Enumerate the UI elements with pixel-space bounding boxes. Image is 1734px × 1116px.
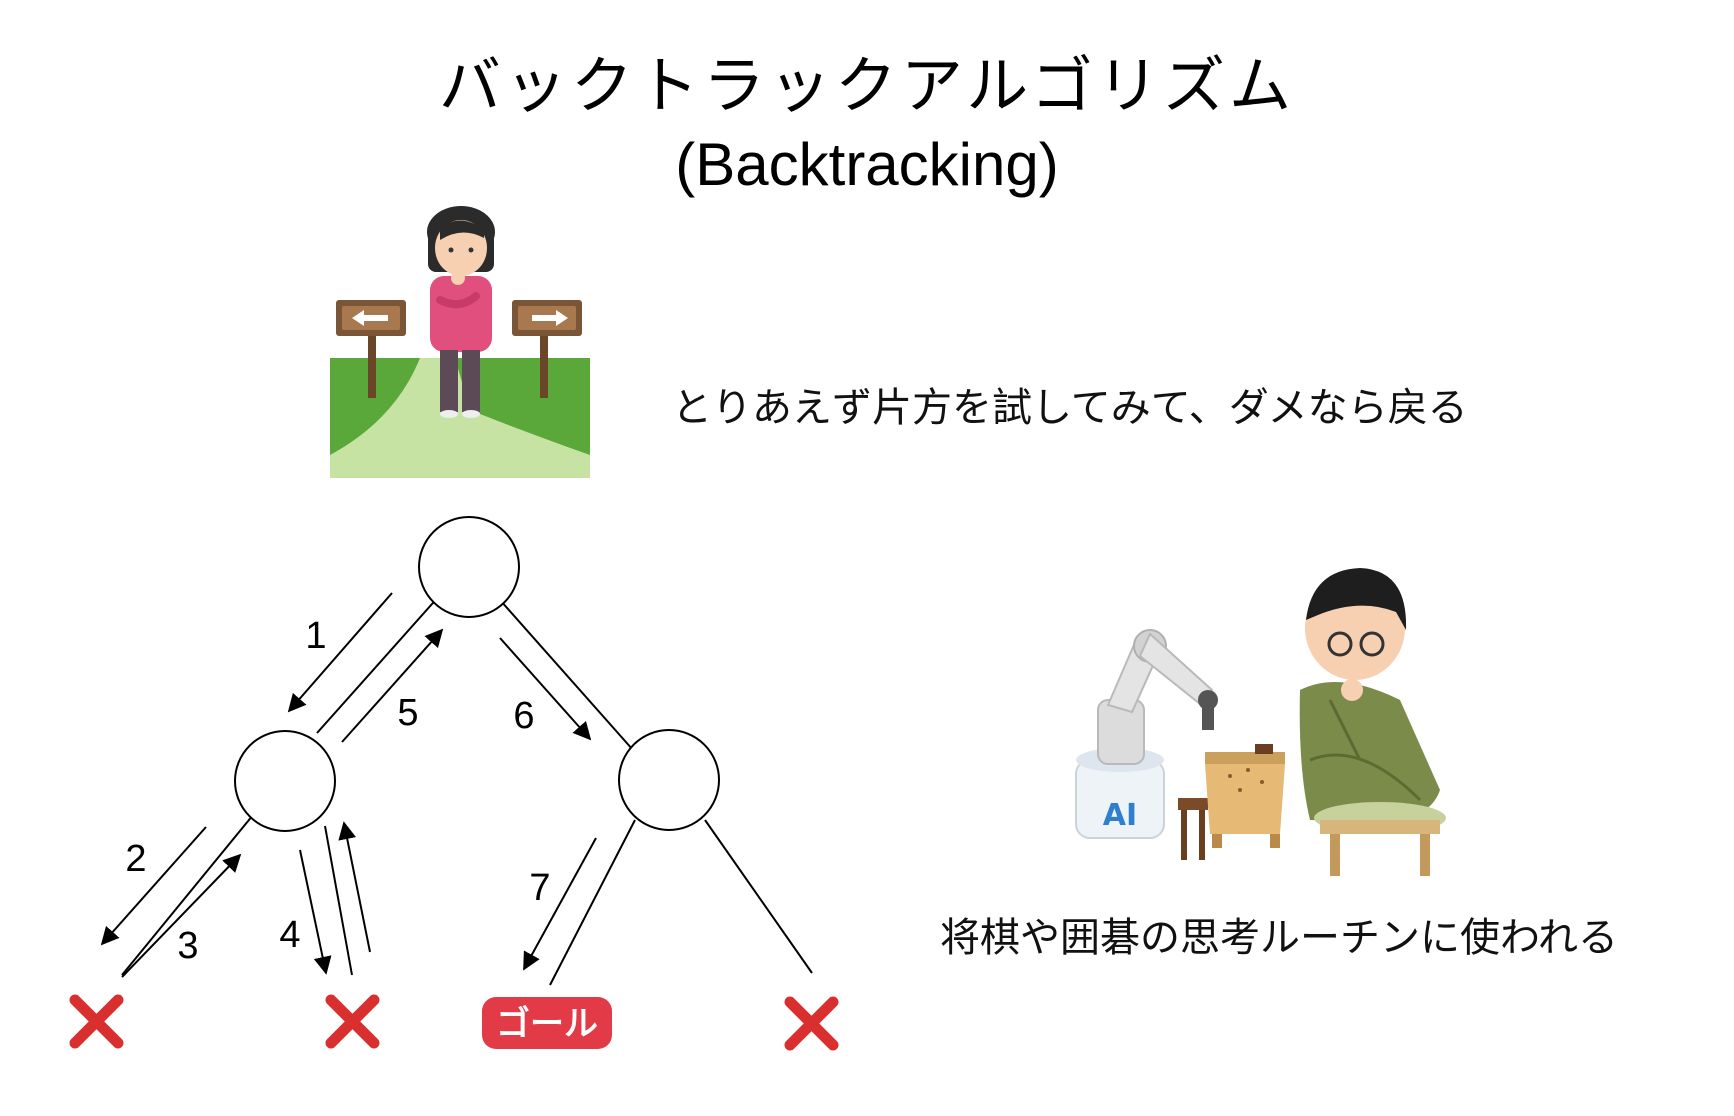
search-tree: 1 2 3 4 5 6 7 ゴール bbox=[69, 516, 839, 1051]
step-label-4: 4 bbox=[279, 914, 300, 956]
step-label-3: 3 bbox=[177, 925, 198, 967]
shogi-ai-illustration: AI bbox=[1075, 568, 1446, 876]
step-label-1: 1 bbox=[305, 615, 326, 657]
fail-x-icon bbox=[325, 994, 380, 1049]
root-node bbox=[418, 516, 520, 618]
shogi-board bbox=[1205, 744, 1285, 848]
right-node bbox=[618, 729, 720, 831]
goal-label: ゴール bbox=[496, 1004, 598, 1044]
goal-badge: ゴール bbox=[482, 997, 612, 1049]
edge-left-right bbox=[324, 825, 353, 976]
fail-x-icon bbox=[69, 994, 124, 1049]
step-arrow-4-return bbox=[338, 821, 371, 953]
step-label-6: 6 bbox=[513, 695, 534, 737]
left-node bbox=[234, 730, 336, 832]
crossroads-illustration bbox=[330, 206, 590, 478]
edge-right-right bbox=[704, 819, 813, 974]
edge-root-left bbox=[316, 594, 441, 734]
step-label-5: 5 bbox=[397, 692, 418, 734]
step-label-7: 7 bbox=[529, 867, 550, 909]
step-label-2: 2 bbox=[125, 838, 146, 880]
step-arrow-4 bbox=[299, 849, 332, 975]
fail-x-icon bbox=[784, 996, 839, 1051]
piece-stand bbox=[1178, 798, 1208, 860]
robot-label: AI bbox=[1103, 798, 1137, 833]
thinking-man bbox=[1299, 568, 1446, 876]
step-arrow-5 bbox=[341, 628, 444, 743]
backtracking-diagram: 1 2 3 4 5 6 7 ゴール AI bbox=[69, 206, 1446, 1051]
